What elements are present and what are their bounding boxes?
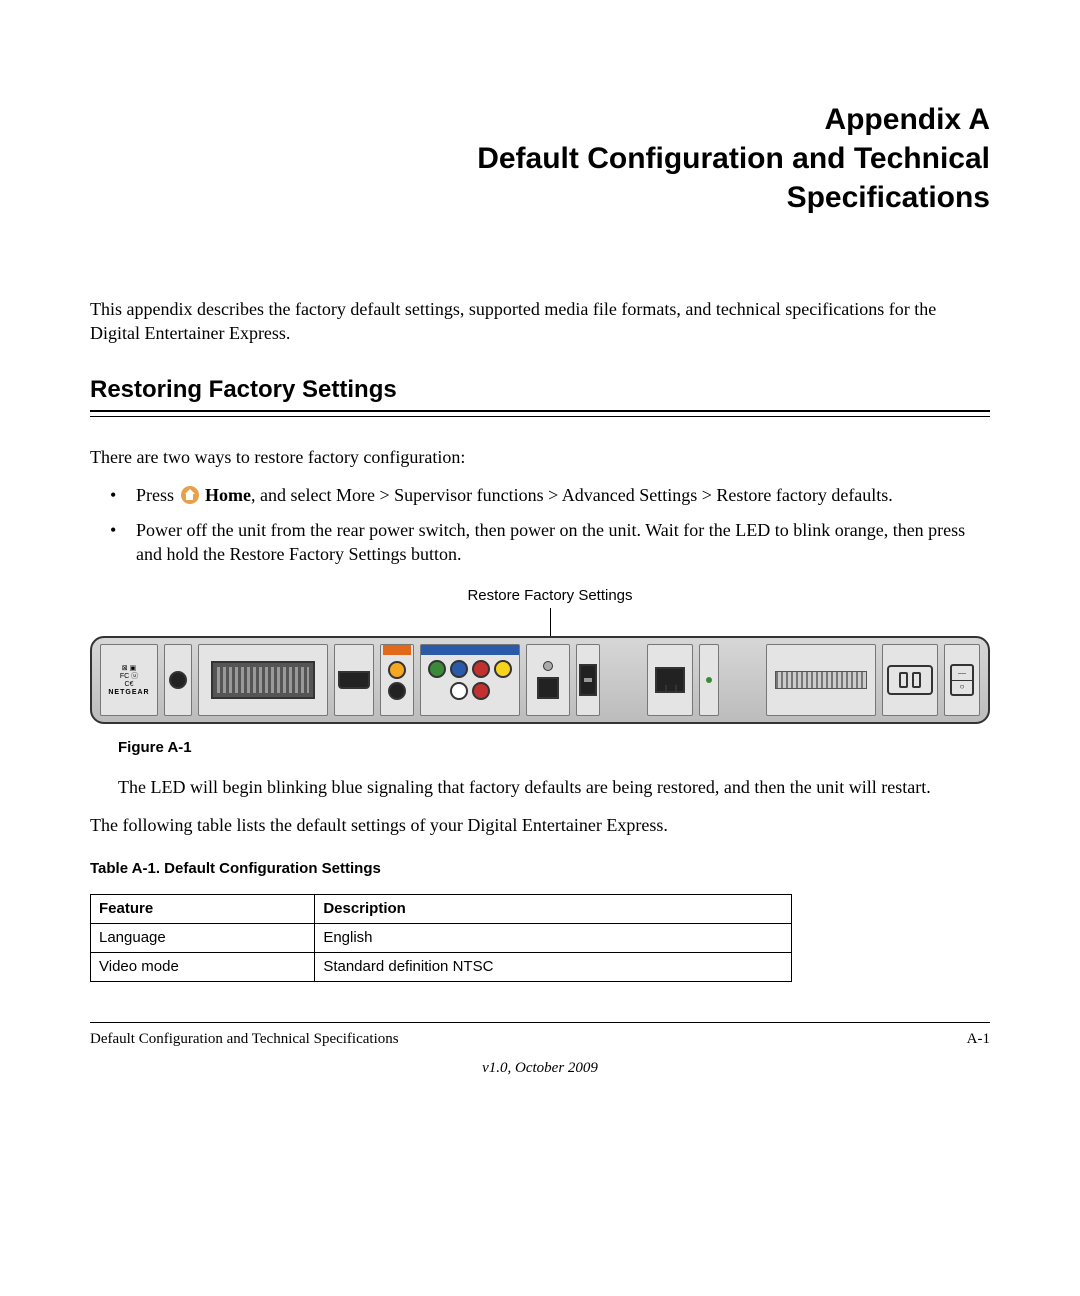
- th-description: Description: [315, 894, 792, 923]
- ethernet-port-icon: [655, 667, 685, 693]
- scart-port-block: [198, 644, 328, 716]
- appendix-title: Appendix A Default Configuration and Tec…: [90, 100, 990, 217]
- table-caption: Table A-1. Default Configuration Setting…: [90, 859, 990, 879]
- certification-logo-block: ⊠ ▣ FC ⓤ C€ NETGEAR: [100, 644, 158, 716]
- home-icon: [181, 486, 199, 504]
- th-feature: Feature: [91, 894, 315, 923]
- component-y-icon: [428, 660, 446, 678]
- ethernet-block: [647, 644, 693, 716]
- section-rule: [90, 416, 990, 417]
- intro-paragraph: This appendix describes the factory defa…: [90, 297, 990, 346]
- component-pb-icon: [450, 660, 468, 678]
- page-footer: Default Configuration and Technical Spec…: [90, 1022, 990, 1078]
- footer-version: v1.0, October 2009: [90, 1058, 990, 1078]
- bullet1-home: Home: [205, 485, 251, 505]
- footer-page-number: A-1: [967, 1029, 990, 1049]
- section-heading: Restoring Factory Settings: [90, 374, 990, 412]
- spdif-block: [380, 644, 414, 716]
- panel-gap: [725, 644, 760, 716]
- spdif-optical-icon: [388, 682, 406, 700]
- reset-pinhole-icon: [543, 661, 553, 671]
- led-block: [699, 644, 719, 716]
- cell-description: English: [315, 923, 792, 952]
- restore-methods-list: Press Home, and select More > Supervisor…: [90, 483, 990, 566]
- cell-description: Standard definition NTSC: [315, 953, 792, 982]
- table-row: Language English: [91, 923, 792, 952]
- panel-gap: [606, 644, 641, 716]
- footer-left: Default Configuration and Technical Spec…: [90, 1029, 399, 1049]
- button-icon: [537, 677, 559, 699]
- figure-a1: Restore Factory Settings ⊠ ▣ FC ⓤ C€ NET…: [90, 586, 990, 724]
- ac-inlet-icon: [887, 665, 933, 695]
- list-item: Press Home, and select More > Supervisor…: [118, 483, 990, 507]
- component-pr-icon: [472, 660, 490, 678]
- list-item: Power off the unit from the rear power s…: [118, 518, 990, 567]
- audio-left-icon: [450, 682, 468, 700]
- reset-block: [526, 644, 570, 716]
- ventilation-block: [766, 644, 876, 716]
- callout-label: Restore Factory Settings: [100, 586, 1000, 606]
- scart-icon: [211, 661, 315, 699]
- svideo-port-block: [164, 644, 192, 716]
- bullet1-press: Press: [136, 485, 179, 505]
- component-video-block: [420, 644, 520, 716]
- after-figure-paragraph: The LED will begin blinking blue signali…: [118, 775, 990, 799]
- title-line-3: Specifications: [90, 178, 990, 217]
- power-switch-block: ―○: [944, 644, 980, 716]
- title-line-2: Default Configuration and Technical: [90, 139, 990, 178]
- hdmi-port-block: [334, 644, 374, 716]
- table-lead: The following table lists the default se…: [90, 813, 990, 837]
- composite-video-icon: [494, 660, 512, 678]
- cell-feature: Language: [91, 923, 315, 952]
- status-led-icon: [706, 677, 712, 683]
- device-rear-panel: ⊠ ▣ FC ⓤ C€ NETGEAR: [90, 636, 990, 724]
- table-row: Video mode Standard definition NTSC: [91, 953, 792, 982]
- power-inlet-block: [882, 644, 938, 716]
- audio-right-icon: [472, 682, 490, 700]
- hdmi-icon: [338, 671, 370, 689]
- vent-icon: [775, 671, 867, 689]
- restore-lead: There are two ways to restore factory co…: [90, 445, 990, 469]
- usb-port-icon: [579, 664, 597, 696]
- table-header-row: Feature Description: [91, 894, 792, 923]
- power-switch-icon: ―○: [950, 664, 974, 696]
- spdif-coax-icon: [388, 661, 406, 679]
- figure-caption: Figure A-1: [118, 738, 990, 758]
- title-line-1: Appendix A: [90, 100, 990, 139]
- usb-block: [576, 644, 600, 716]
- callout-line: [550, 608, 551, 636]
- bullet1-rest: , and select More > Supervisor functions…: [251, 485, 893, 505]
- default-config-table: Feature Description Language English Vid…: [90, 894, 792, 983]
- cell-feature: Video mode: [91, 953, 315, 982]
- svideo-icon: [169, 671, 187, 689]
